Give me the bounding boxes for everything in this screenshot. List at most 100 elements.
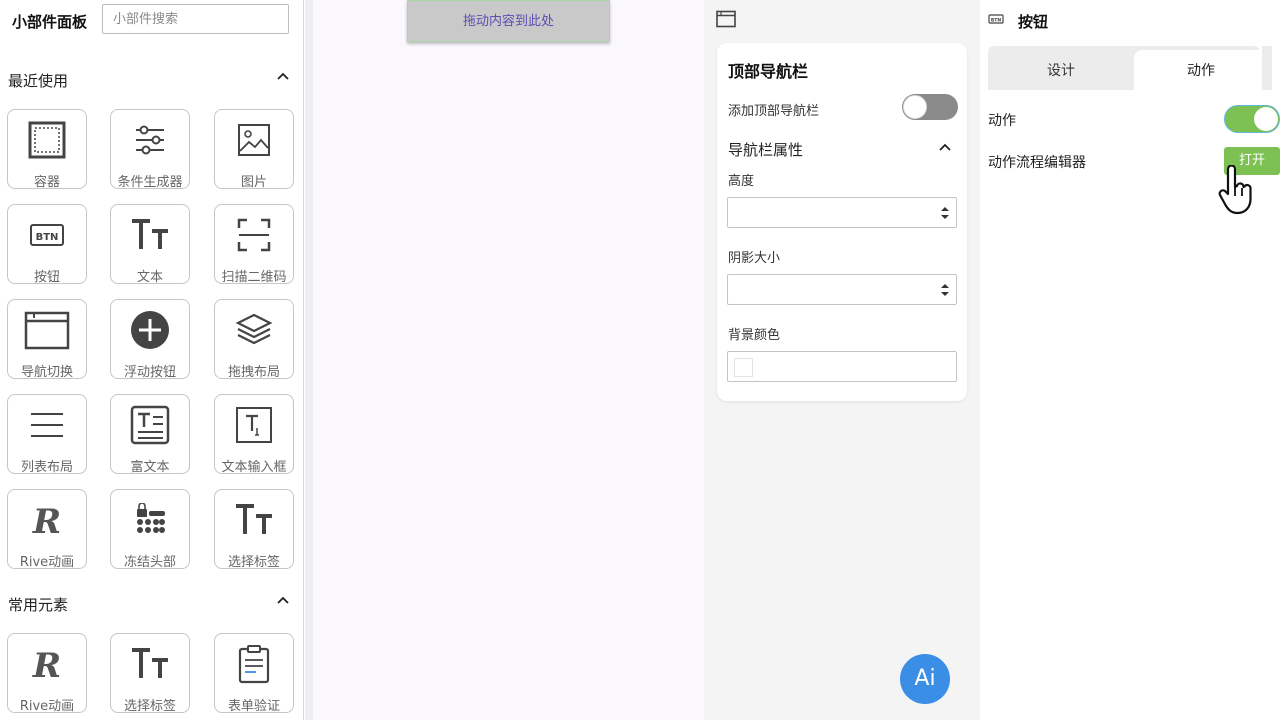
color-swatch[interactable] (734, 358, 753, 377)
widget-tile-freeze-header[interactable]: 冻结头部 (110, 489, 190, 570)
widget-tile-scan-qr[interactable]: 扫描二维码 (214, 204, 294, 285)
layers-icon (235, 313, 273, 345)
sliders-icon (136, 125, 164, 155)
btn-icon: BTN (30, 224, 64, 246)
widget-tile-label: 按钮 (33, 270, 60, 285)
plus-circle-icon (131, 311, 169, 349)
widget-panel: 小部件面板 最近使用 容器 条件生成器 图片 BTN 按钮 文本 扫描二维码 导… (0, 0, 304, 720)
widget-tile-text-input[interactable]: 文本输入框 (214, 394, 294, 475)
hand-pointer-icon (1218, 165, 1252, 215)
bg-color-input[interactable] (727, 351, 957, 382)
height-input[interactable] (727, 197, 957, 228)
freeze-header-icon (137, 503, 165, 533)
widget-tile-label: 图片 (240, 175, 267, 190)
widget-panel-title: 小部件面板 (12, 13, 88, 31)
add-nav-label: 添加顶部导航栏 (728, 104, 820, 119)
widget-tile-container[interactable]: 容器 (7, 109, 87, 190)
list-icon (31, 413, 63, 437)
widget-tile-rive[interactable]: R Rive动画 (7, 489, 87, 570)
clipboard-icon (238, 645, 270, 684)
image-icon (238, 124, 270, 156)
widget-tile-button[interactable]: BTN 按钮 (7, 204, 87, 285)
ai-assistant-button[interactable]: Ai (900, 654, 950, 704)
height-label: 高度 (728, 174, 755, 189)
widget-tile-label: 选择标签 (227, 555, 280, 570)
widget-tile-nav-switch[interactable]: 导航切换 (7, 299, 87, 380)
toggle-knob (903, 95, 927, 119)
design-canvas[interactable]: 拖动内容到此处 (305, 0, 704, 720)
action-toggle[interactable] (1224, 105, 1280, 133)
shadow-input[interactable] (727, 274, 957, 305)
widget-tile-form-validation[interactable]: 表单验证 (214, 633, 294, 714)
widget-tile-rich-text[interactable]: 富文本 (110, 394, 190, 475)
widget-tile-conditional-builder[interactable]: 条件生成器 (110, 109, 190, 190)
widget-tile-label: 条件生成器 (117, 175, 183, 190)
spinner-arrows-icon[interactable] (940, 204, 950, 222)
widget-search-input[interactable] (102, 4, 289, 34)
toggle-knob (1254, 107, 1278, 131)
chevron-up-icon (277, 596, 289, 604)
svg-text:R: R (32, 502, 61, 538)
widget-tile-label: 列表布局 (20, 460, 73, 475)
scan-icon (237, 218, 271, 252)
widget-tile-choice-chips[interactable]: 选择标签 (110, 633, 190, 714)
app-bar-card: 顶部导航栏 添加顶部导航栏 导航栏属性 高度 阴影大小 背景颜色 (717, 43, 967, 401)
card-title: 顶部导航栏 (728, 62, 809, 81)
rive-icon: R (32, 502, 61, 538)
text-icon (132, 648, 168, 678)
recent-section-header[interactable]: 最近使用 (0, 64, 304, 94)
widget-tile-label: 选择标签 (123, 699, 176, 714)
bg-color-label: 背景颜色 (728, 328, 781, 343)
widget-tile-list-layout[interactable]: 列表布局 (7, 394, 87, 475)
widget-tile-label: 容器 (33, 175, 60, 190)
widget-tile-fab[interactable]: 浮动按钮 (110, 299, 190, 380)
chevron-up-icon[interactable] (936, 139, 954, 157)
widget-tile-label: 浮动按钮 (123, 365, 176, 380)
drop-zone[interactable]: 拖动内容到此处 (407, 0, 610, 42)
text-icon (236, 504, 272, 534)
chevron-up-icon (277, 72, 289, 80)
common-section-title: 常用元素 (8, 596, 69, 614)
action-label: 动作 (988, 113, 1016, 129)
shadow-label: 阴影大小 (728, 251, 781, 266)
add-nav-toggle[interactable] (902, 94, 958, 120)
btn-icon: BTN (988, 14, 1004, 24)
widget-tile-label: 表单验证 (227, 699, 280, 714)
widget-panel-header: 小部件面板 (0, 0, 304, 40)
svg-text:BTN: BTN (36, 232, 59, 243)
widget-tile-text[interactable]: 文本 (110, 204, 190, 285)
inspector-tabs: 设计 动作 (988, 46, 1268, 90)
widget-tile-drag-layout[interactable]: 拖拽布局 (214, 299, 294, 380)
svg-text:BTN: BTN (991, 17, 1001, 23)
widget-tile-label: 文本 (136, 270, 163, 285)
inspector-title: 按钮 (1018, 13, 1049, 31)
action-flow-editor-label: 动作流程编辑器 (988, 155, 1086, 171)
canvas-divider (305, 0, 313, 720)
widget-tile-label: 导航切换 (20, 365, 73, 380)
widget-tile-label: 拖拽布局 (227, 365, 280, 380)
spinner-arrows-icon[interactable] (940, 281, 950, 299)
widget-tile-label: 富文本 (130, 460, 170, 475)
text-input-icon (236, 407, 272, 443)
properties-panel: 顶部导航栏 添加顶部导航栏 导航栏属性 高度 阴影大小 背景颜色 Ai (704, 0, 980, 720)
widget-tile-choice-chips[interactable]: 选择标签 (214, 489, 294, 570)
widget-tile-rive[interactable]: R Rive动画 (7, 633, 87, 714)
window-icon (24, 311, 70, 350)
container-icon (28, 121, 66, 159)
widget-tile-label: 文本输入框 (221, 460, 287, 475)
widget-tile-label: Rive动画 (19, 699, 75, 714)
widget-tile-image[interactable]: 图片 (214, 109, 294, 190)
rich-text-icon (130, 405, 170, 445)
tabs-edge (1262, 46, 1272, 90)
nav-props-section-title[interactable]: 导航栏属性 (728, 139, 803, 160)
common-section-header[interactable]: 常用元素 (0, 588, 304, 618)
widget-tile-label: 扫描二维码 (221, 270, 287, 285)
recent-section-title: 最近使用 (8, 72, 69, 90)
widget-tile-label: 冻结头部 (123, 555, 176, 570)
tab-design[interactable]: 设计 (988, 46, 1134, 90)
text-icon (132, 219, 168, 249)
tab-action[interactable]: 动作 (1134, 50, 1268, 90)
svg-text:R: R (32, 646, 61, 682)
rive-icon: R (32, 646, 61, 682)
window-icon (716, 10, 736, 28)
